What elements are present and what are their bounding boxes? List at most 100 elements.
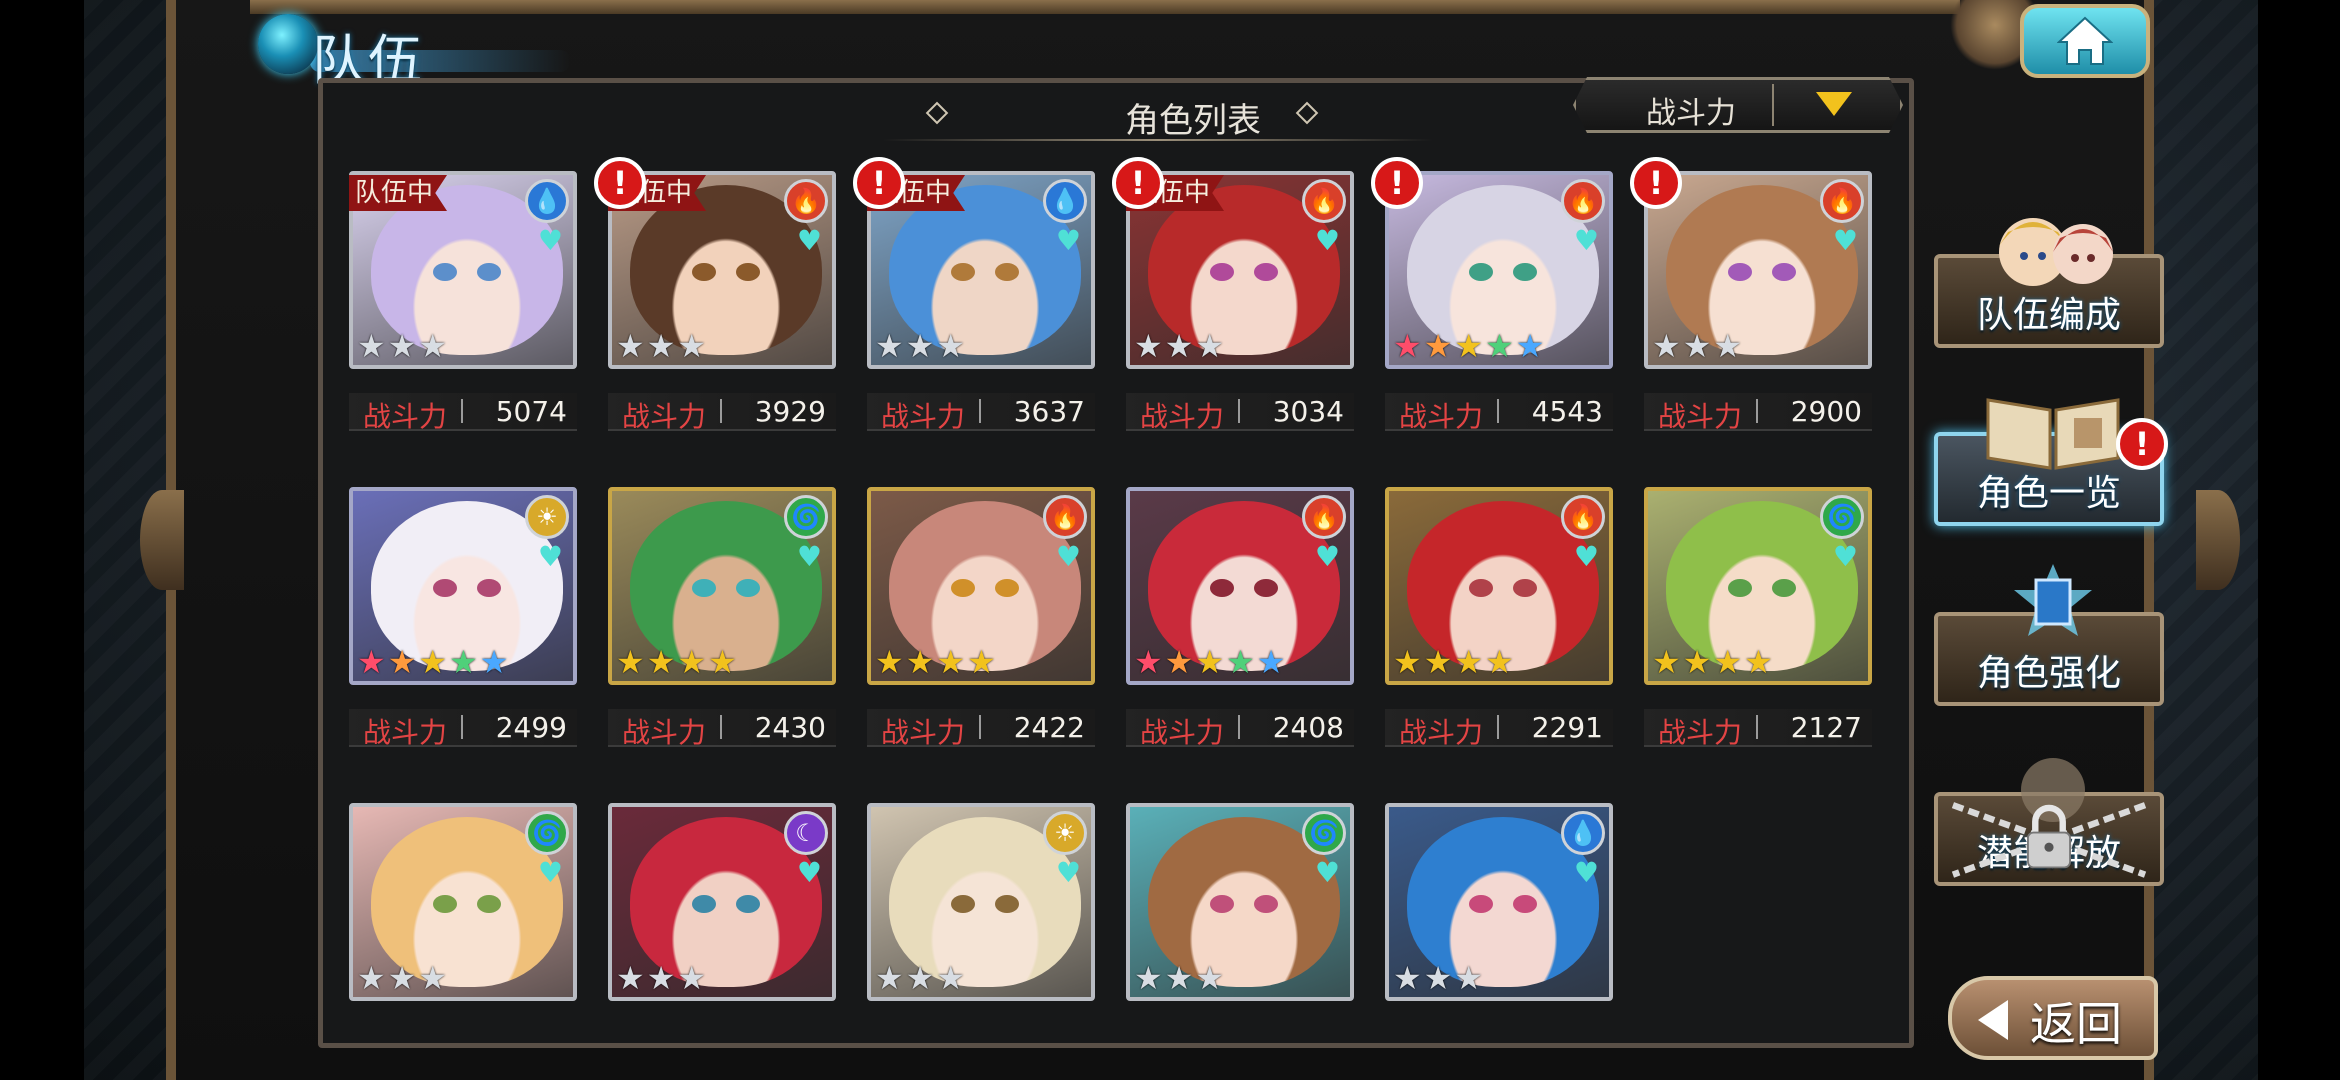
- char-enhance-label: 角色强化: [1976, 653, 2121, 694]
- character-eye: [951, 579, 975, 597]
- rarity-stars: ★ ★ ★: [616, 961, 706, 995]
- heart-icon: ♥: [537, 856, 563, 889]
- star-icon: ★: [1454, 327, 1484, 365]
- power-separator: [1238, 399, 1240, 423]
- character-eye: [692, 895, 716, 913]
- water-element-icon: 💧: [525, 179, 569, 223]
- power-bar: 战斗力 2430: [608, 709, 836, 749]
- power-label: 战斗力: [881, 400, 966, 433]
- light-element-icon: ☀: [1043, 811, 1087, 855]
- character-eye: [1513, 263, 1537, 281]
- power-value: 5074: [495, 395, 567, 428]
- character-card[interactable]: 💧 ♥ ★ ★ ★ 队伍中: [349, 171, 577, 369]
- character-card[interactable]: 🔥 ♥ ★ ★ ★ ★ ★!: [1371, 157, 1613, 369]
- back-button[interactable]: 返回: [1948, 976, 2158, 1060]
- star-icon: ★: [616, 327, 645, 365]
- character-portrait: 🔥 ♥ ★ ★ ★ ★ ★: [1385, 171, 1613, 369]
- star-icon: ★: [1195, 643, 1225, 681]
- dropdown-arrow-icon[interactable]: [1816, 92, 1852, 116]
- star-icon: ★: [1423, 643, 1453, 681]
- wind-element-icon: 🌀: [784, 495, 828, 539]
- character-card[interactable]: 🌀 ♥ ★ ★ ★: [349, 803, 577, 1001]
- character-eye: [995, 895, 1019, 913]
- star-icon: ★: [1454, 959, 1484, 997]
- character-card[interactable]: 🌀 ♥ ★ ★ ★ ★: [1644, 487, 1872, 685]
- right-frame-ornament: [2196, 490, 2240, 590]
- character-card[interactable]: 💧 ♥ ★ ★ ★ 队伍中!: [853, 157, 1095, 369]
- star-icon: ★: [905, 327, 935, 365]
- star-icon: ★: [387, 959, 417, 997]
- star-icon: ★: [875, 959, 904, 997]
- star-icon: ★: [875, 327, 904, 365]
- sort-dropdown[interactable]: 战斗力: [1573, 77, 1903, 133]
- star-icon: ★: [646, 327, 676, 365]
- character-card[interactable]: ☾ ♥ ★ ★ ★: [608, 803, 836, 1001]
- star-icon: ★: [449, 643, 478, 681]
- character-eye: [995, 579, 1019, 597]
- star-icon: ★: [1423, 959, 1453, 997]
- character-card[interactable]: 🔥 ♥ ★ ★ ★ ★ ★: [1126, 487, 1354, 685]
- alert-badge: !: [1630, 157, 1682, 209]
- heart-icon: ♥: [1832, 224, 1858, 257]
- power-bar: 战斗力 2291: [1385, 709, 1613, 749]
- team-edit-button[interactable]: 队伍编成: [1934, 218, 2164, 348]
- character-card[interactable]: ☀ ♥ ★ ★ ★ ★ ★: [349, 487, 577, 685]
- star-icon: ★: [1195, 327, 1225, 365]
- power-value: 2408: [1272, 711, 1344, 744]
- character-card[interactable]: ☀ ♥ ★ ★ ★: [867, 803, 1095, 1001]
- power-bar: 战斗力 3637: [867, 393, 1095, 433]
- char-enhance-button[interactable]: 角色强化: [1934, 564, 2164, 706]
- star-icon: ★: [357, 959, 386, 997]
- character-card[interactable]: 💧 ♥ ★ ★ ★: [1385, 803, 1613, 1001]
- rarity-stars: ★ ★ ★: [875, 961, 965, 995]
- home-button[interactable]: [2020, 4, 2150, 78]
- rarity-stars: ★ ★ ★ ★ ★: [1134, 645, 1285, 679]
- character-list-panel: 角色列表 战斗力 💧 ♥ ★ ★ ★ 队伍中 战斗力 5074 🔥 ♥ ★ ★ ★ 队伍中! 战斗力 3929…: [318, 78, 1914, 1048]
- character-eye: [995, 263, 1019, 281]
- star-icon: ★: [387, 327, 417, 365]
- power-bar: 战斗力 3929: [608, 393, 836, 433]
- character-eye: [433, 263, 457, 281]
- star-icon: ★: [1652, 327, 1681, 365]
- character-eye: [1728, 263, 1752, 281]
- character-card[interactable]: 🔥 ♥ ★ ★ ★ 队伍中!: [1112, 157, 1354, 369]
- star-icon: ★: [1134, 327, 1163, 365]
- power-value: 4543: [1531, 395, 1603, 428]
- heart-icon: ♥: [1055, 856, 1081, 889]
- star-icon: ★: [1682, 327, 1712, 365]
- team-edit-label: 队伍编成: [1976, 295, 2121, 336]
- character-eye: [1513, 895, 1537, 913]
- character-portrait: 🔥 ♥ ★ ★ ★ ★: [1385, 487, 1613, 685]
- character-card[interactable]: 🔥 ♥ ★ ★ ★!: [1630, 157, 1872, 369]
- star-icon: ★: [418, 327, 448, 365]
- star-icon: ★: [936, 959, 966, 997]
- left-frame-ornament: [140, 490, 184, 590]
- water-element-icon: 💧: [1561, 811, 1605, 855]
- star-icon: ★: [1256, 643, 1286, 681]
- star-icon: ★: [677, 643, 707, 681]
- star-icon: ★: [1515, 327, 1545, 365]
- star-icon: ★: [387, 643, 417, 681]
- character-card[interactable]: 🌀 ♥ ★ ★ ★: [1126, 803, 1354, 1001]
- star-icon: ★: [677, 327, 707, 365]
- char-list-button[interactable]: 角色一览 !: [1934, 398, 2168, 526]
- character-eye: [477, 579, 501, 597]
- potential-release-button[interactable]: 潜能解放: [1934, 758, 2164, 886]
- rarity-stars: ★ ★ ★: [1134, 961, 1224, 995]
- character-card[interactable]: 🌀 ♥ ★ ★ ★ ★: [608, 487, 836, 685]
- title-orb-icon: [258, 14, 318, 74]
- power-value: 3034: [1272, 395, 1344, 428]
- book-icon: [1986, 398, 2120, 470]
- character-card[interactable]: 🔥 ♥ ★ ★ ★ ★: [867, 487, 1095, 685]
- star-icon: ★: [418, 643, 448, 681]
- power-separator: [461, 715, 463, 739]
- power-separator: [720, 715, 722, 739]
- character-eye: [477, 895, 501, 913]
- star-icon: ★: [646, 643, 676, 681]
- character-card[interactable]: 🔥 ♥ ★ ★ ★ ★: [1385, 487, 1613, 685]
- diamond-ornament-left: [925, 101, 949, 125]
- character-card[interactable]: 🔥 ♥ ★ ★ ★ 队伍中!: [594, 157, 836, 369]
- character-eye: [433, 579, 457, 597]
- heart-icon: ♥: [1573, 540, 1599, 573]
- heart-icon: ♥: [1314, 224, 1340, 257]
